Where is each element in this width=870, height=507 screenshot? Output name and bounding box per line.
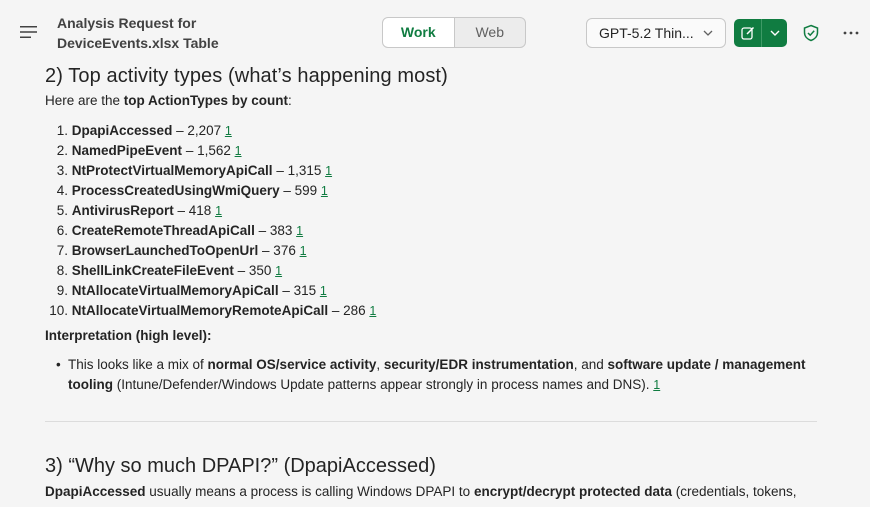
action-type-name: NamedPipeEvent — [71, 143, 183, 158]
list-item: 8. ShellLinkCreateFileEvent – 350 1 — [45, 261, 376, 281]
section-2-intro: Here are the top ActionTypes by count: — [45, 93, 292, 108]
action-type-count: – 376 — [258, 243, 300, 258]
citation-link[interactable]: 1 — [296, 224, 303, 238]
citation-link[interactable]: 1 — [369, 304, 376, 318]
list-item: 9. NtAllocateVirtualMemoryApiCall – 315 … — [45, 281, 376, 301]
action-types-list: 1. DpapiAccessed – 2,207 1 2. NamedPipeE… — [45, 121, 376, 321]
menu-icon[interactable] — [20, 24, 38, 40]
citation-link[interactable]: 1 — [321, 184, 328, 198]
paragraph-bold-part: DpapiAccessed — [45, 484, 146, 499]
list-item: 1. DpapiAccessed – 2,207 1 — [45, 121, 376, 141]
new-chat-button-group — [734, 19, 787, 47]
top-bar: Analysis Request for DeviceEvents.xlsx T… — [0, 0, 870, 64]
bullet-dot: • — [56, 357, 61, 372]
list-item: 4. ProcessCreatedUsingWmiQuery – 599 1 — [45, 181, 376, 201]
compose-icon — [740, 26, 754, 40]
list-item-number: 10. — [49, 303, 68, 318]
list-item-number: 8. — [56, 263, 68, 278]
list-item-number: 2. — [56, 143, 68, 158]
list-item-number: 5. — [56, 203, 68, 218]
shield-check-icon[interactable] — [802, 24, 820, 42]
paragraph-text-part: usually means a process is calling Windo… — [145, 484, 474, 499]
chevron-down-icon — [770, 30, 779, 36]
new-chat-button[interactable] — [734, 19, 762, 47]
action-type-name: NtAllocateVirtualMemoryRemoteApiCall — [71, 303, 329, 318]
citation-link[interactable]: 1 — [320, 284, 327, 298]
section-3-paragraph: DpapiAccessed usually means a process is… — [45, 484, 797, 499]
action-type-count: – 286 — [328, 303, 370, 318]
list-item: 2. NamedPipeEvent – 1,562 1 — [45, 141, 376, 161]
action-type-name: DpapiAccessed — [71, 123, 173, 138]
work-tab[interactable]: Work — [383, 18, 455, 47]
title-line-1: Analysis Request for — [57, 15, 197, 31]
action-type-count: – 418 — [173, 203, 216, 218]
citation-link[interactable]: 1 — [325, 164, 332, 178]
bullet-text-part: This looks like a mix of — [68, 357, 208, 372]
action-type-name: ProcessCreatedUsingWmiQuery — [71, 183, 280, 198]
action-type-name: AntivirusReport — [71, 203, 174, 218]
citation-link[interactable]: 1 — [275, 264, 282, 278]
title-line-2: DeviceEvents.xlsx Table — [57, 35, 219, 51]
intro-suffix: : — [288, 93, 292, 108]
paragraph-bold-part: encrypt/decrypt protected data — [473, 484, 672, 499]
list-item: 7. BrowserLaunchedToOpenUrl – 376 1 — [45, 241, 376, 261]
page-title: Analysis Request for DeviceEvents.xlsx T… — [57, 13, 219, 53]
bullet-text-part: , and — [573, 357, 608, 372]
list-item-number: 7. — [56, 243, 68, 258]
action-type-count: – 1,562 — [182, 143, 235, 158]
chevron-down-icon — [703, 30, 713, 36]
list-item: 6. CreateRemoteThreadApiCall – 383 1 — [45, 221, 376, 241]
action-type-name: BrowserLaunchedToOpenUrl — [71, 243, 259, 258]
bullet-bold-part: security/EDR instrumentation — [383, 357, 574, 372]
action-type-count: – 350 — [233, 263, 276, 278]
interpretation-heading: Interpretation (high level): — [45, 328, 212, 343]
action-type-name: NtAllocateVirtualMemoryApiCall — [71, 283, 279, 298]
bullet-text-part: , — [376, 357, 384, 372]
paragraph-text-part: (credentials, tokens, — [672, 484, 797, 499]
list-item: 10. NtAllocateVirtualMemoryRemoteApiCall… — [45, 301, 376, 321]
section-3-heading: 3) “Why so much DPAPI?” (DpapiAccessed) — [45, 455, 436, 477]
action-type-name: ShellLinkCreateFileEvent — [71, 263, 234, 278]
citation-link[interactable]: 1 — [300, 244, 307, 258]
list-item-number: 3. — [56, 163, 68, 178]
new-chat-options-button[interactable] — [762, 19, 787, 47]
list-item: 5. AntivirusReport – 418 1 — [45, 201, 376, 221]
list-item-number: 6. — [56, 223, 68, 238]
section-divider — [45, 421, 817, 422]
action-type-count: – 2,207 — [172, 123, 225, 138]
list-item-number: 4. — [56, 183, 68, 198]
list-item-number: 9. — [56, 283, 68, 298]
work-web-toggle: Work Web — [382, 17, 526, 48]
model-selector-label: GPT-5.2 Thin... — [599, 25, 694, 41]
web-tab[interactable]: Web — [455, 18, 526, 47]
bullet-bold-part: normal OS/service activity — [207, 357, 377, 372]
interpretation-bullet: • This looks like a mix of normal OS/ser… — [56, 355, 826, 395]
list-item: 3. NtProtectVirtualMemoryApiCall – 1,315… — [45, 161, 376, 181]
citation-link[interactable]: 1 — [215, 204, 222, 218]
citation-link[interactable]: 1 — [653, 378, 660, 392]
intro-text: Here are the — [45, 93, 124, 108]
action-type-count: – 383 — [254, 223, 297, 238]
more-options-icon[interactable] — [842, 24, 860, 42]
action-type-count: – 599 — [279, 183, 321, 198]
action-type-name: NtProtectVirtualMemoryApiCall — [71, 163, 273, 178]
bullet-text-part: (Intune/Defender/Windows Update patterns… — [112, 377, 654, 392]
citation-link[interactable]: 1 — [225, 124, 232, 138]
action-type-count: – 315 — [278, 283, 320, 298]
citation-link[interactable]: 1 — [235, 144, 242, 158]
intro-bold: top ActionTypes by count — [123, 93, 289, 108]
action-type-name: CreateRemoteThreadApiCall — [71, 223, 255, 238]
list-item-number: 1. — [56, 123, 68, 138]
bullet-text: This looks like a mix of normal OS/servi… — [56, 355, 826, 395]
section-2-heading: 2) Top activity types (what’s happening … — [45, 65, 448, 87]
action-type-count: – 1,315 — [272, 163, 326, 178]
model-selector[interactable]: GPT-5.2 Thin... — [586, 18, 726, 48]
